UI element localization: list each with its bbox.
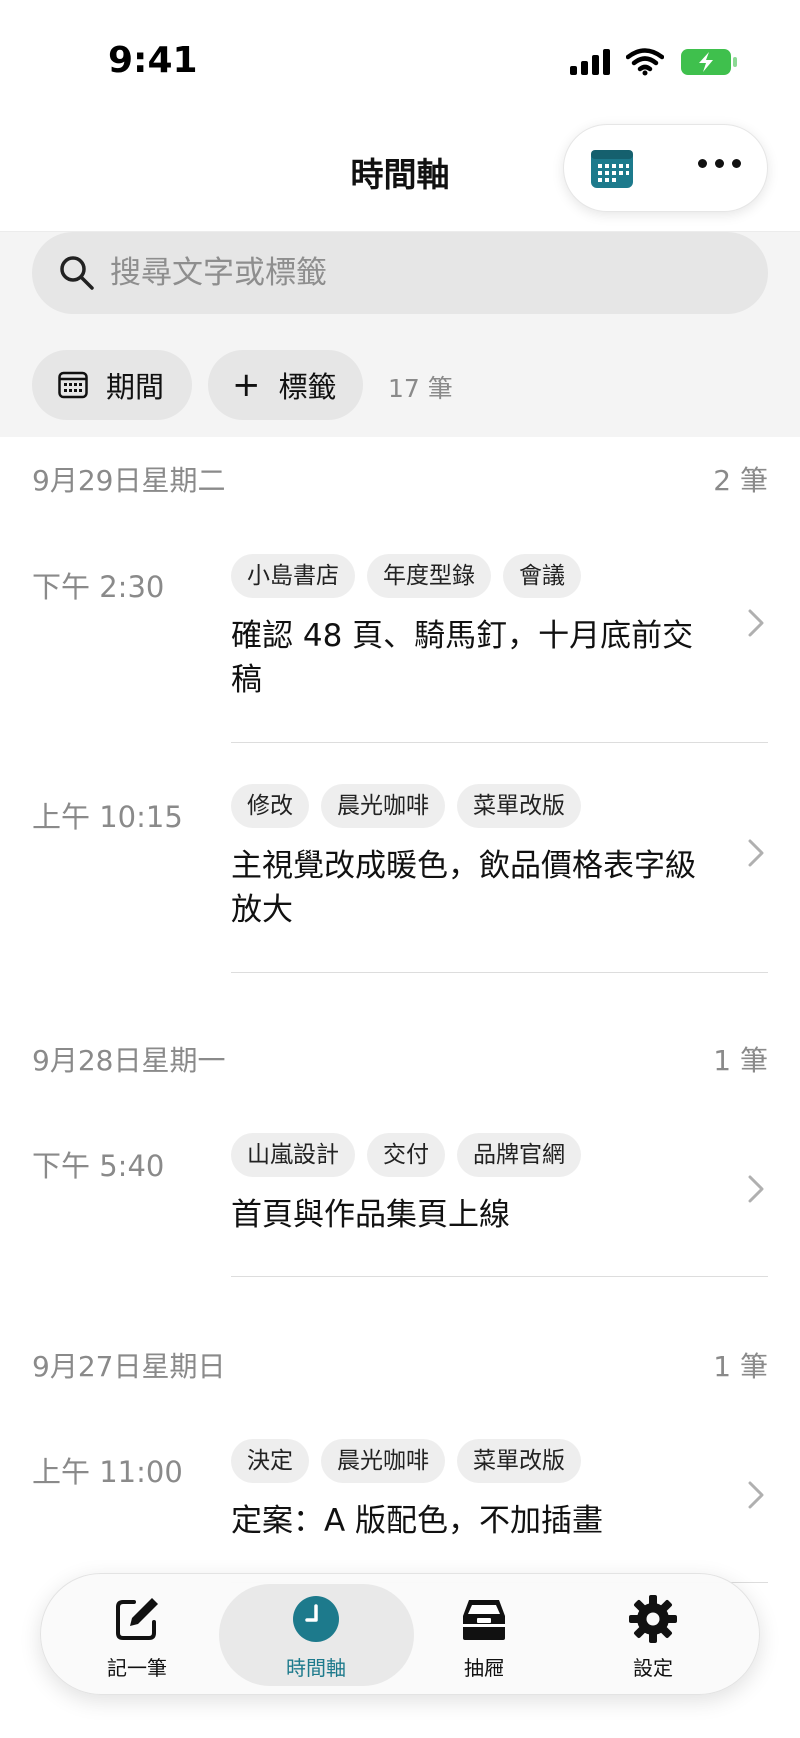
nav-header: 時間軸 bbox=[0, 120, 800, 232]
tag-chip[interactable]: 年度型錄 bbox=[367, 554, 491, 598]
more-options-icon[interactable] bbox=[698, 159, 741, 168]
gear-icon bbox=[629, 1595, 677, 1643]
entry-time: 上午 11:00 bbox=[32, 1455, 183, 1489]
entry-text: 定案：A 版配色，不加插畫 bbox=[231, 1503, 604, 1539]
compose-icon bbox=[116, 1598, 158, 1640]
entry-text: 首頁與作品集頁上線 bbox=[231, 1197, 510, 1233]
status-bar: 9:41 bbox=[0, 0, 800, 120]
tag-filter-label: 標籤 bbox=[278, 370, 337, 404]
entry-time: 下午 2:30 bbox=[32, 570, 165, 604]
tag-chip[interactable]: 決定 bbox=[231, 1439, 309, 1483]
period-filter-label: 期間 bbox=[106, 370, 165, 404]
tab-timeline[interactable]: 時間軸 bbox=[231, 1574, 401, 1696]
chevron-right-icon bbox=[748, 1175, 764, 1203]
search-input[interactable] bbox=[110, 232, 740, 314]
entry-tags: 決定 晨光咖啡 菜單改版 bbox=[231, 1439, 581, 1483]
tag-chip[interactable]: 會議 bbox=[503, 554, 581, 598]
status-time: 9:41 bbox=[108, 40, 198, 81]
entry-divider bbox=[231, 1276, 768, 1277]
total-count: 17 筆 bbox=[388, 374, 453, 403]
tab-compose[interactable]: 記一筆 bbox=[52, 1574, 222, 1696]
tab-settings[interactable]: 設定 bbox=[568, 1574, 738, 1696]
header-actions bbox=[563, 124, 768, 212]
tag-chip[interactable]: 菜單改版 bbox=[457, 1439, 581, 1483]
day-header: 9月29日星期二 2 筆 bbox=[32, 459, 768, 499]
period-filter-button[interactable]: 期間 bbox=[32, 350, 192, 420]
entry-tags: 修改 晨光咖啡 菜單改版 bbox=[231, 784, 581, 828]
tab-bar: 記一筆 時間軸 抽屜 設定 bbox=[40, 1573, 760, 1695]
entry-time: 下午 5:40 bbox=[32, 1149, 165, 1183]
tab-label: 記一筆 bbox=[107, 1656, 167, 1680]
day-date: 9月29日星期二 bbox=[32, 464, 226, 497]
entry-divider bbox=[231, 972, 768, 973]
chevron-right-icon bbox=[748, 1481, 764, 1509]
tag-chip[interactable]: 晨光咖啡 bbox=[321, 1439, 445, 1483]
entry-divider bbox=[231, 742, 768, 743]
cellular-signal-icon bbox=[570, 49, 610, 75]
clock-icon bbox=[293, 1596, 339, 1642]
day-count: 1 筆 bbox=[713, 1044, 768, 1077]
tag-chip[interactable]: 山嵐設計 bbox=[231, 1133, 355, 1177]
status-icons bbox=[570, 48, 738, 76]
day-date: 9月27日星期日 bbox=[32, 1350, 226, 1383]
entry-time: 上午 10:15 bbox=[32, 800, 183, 834]
tab-label: 時間軸 bbox=[286, 1656, 346, 1680]
entry-tags: 山嵐設計 交付 品牌官網 bbox=[231, 1133, 581, 1177]
tab-label: 設定 bbox=[633, 1656, 673, 1680]
day-count: 2 筆 bbox=[713, 464, 768, 497]
search-icon bbox=[60, 256, 94, 290]
tag-chip[interactable]: 品牌官網 bbox=[457, 1133, 581, 1177]
wifi-icon bbox=[626, 48, 664, 76]
calendar-icon[interactable] bbox=[590, 147, 634, 189]
tag-chip[interactable]: 菜單改版 bbox=[457, 784, 581, 828]
chevron-right-icon bbox=[748, 839, 764, 867]
tab-drawer[interactable]: 抽屜 bbox=[399, 1574, 569, 1696]
tab-label: 抽屜 bbox=[464, 1656, 504, 1680]
battery-charging-icon bbox=[681, 49, 737, 75]
tag-chip[interactable]: 修改 bbox=[231, 784, 309, 828]
add-tag-filter-button[interactable]: + 標籤 bbox=[208, 350, 363, 420]
tag-chip[interactable]: 小島書店 bbox=[231, 554, 355, 598]
calendar-icon bbox=[58, 371, 88, 399]
tag-chip[interactable]: 交付 bbox=[367, 1133, 445, 1177]
day-count: 1 筆 bbox=[713, 1350, 768, 1383]
entry-text: 主視覺改成暖色，飲品價格表字級放大 bbox=[231, 848, 696, 928]
entry-text: 確認 48 頁、騎馬釘，十月底前交稿 bbox=[231, 618, 694, 698]
search-bar[interactable] bbox=[32, 232, 768, 314]
day-header: 9月28日星期一 1 筆 bbox=[32, 1039, 768, 1079]
drawer-icon bbox=[463, 1600, 505, 1640]
day-date: 9月28日星期一 bbox=[32, 1044, 226, 1077]
tag-chip[interactable]: 晨光咖啡 bbox=[321, 784, 445, 828]
plus-icon: + bbox=[232, 365, 261, 405]
entry-tags: 小島書店 年度型錄 會議 bbox=[231, 554, 581, 598]
day-header: 9月27日星期日 1 筆 bbox=[32, 1345, 768, 1385]
chevron-right-icon bbox=[748, 609, 764, 637]
filter-zone: 期間 + 標籤 17 筆 bbox=[0, 232, 800, 437]
